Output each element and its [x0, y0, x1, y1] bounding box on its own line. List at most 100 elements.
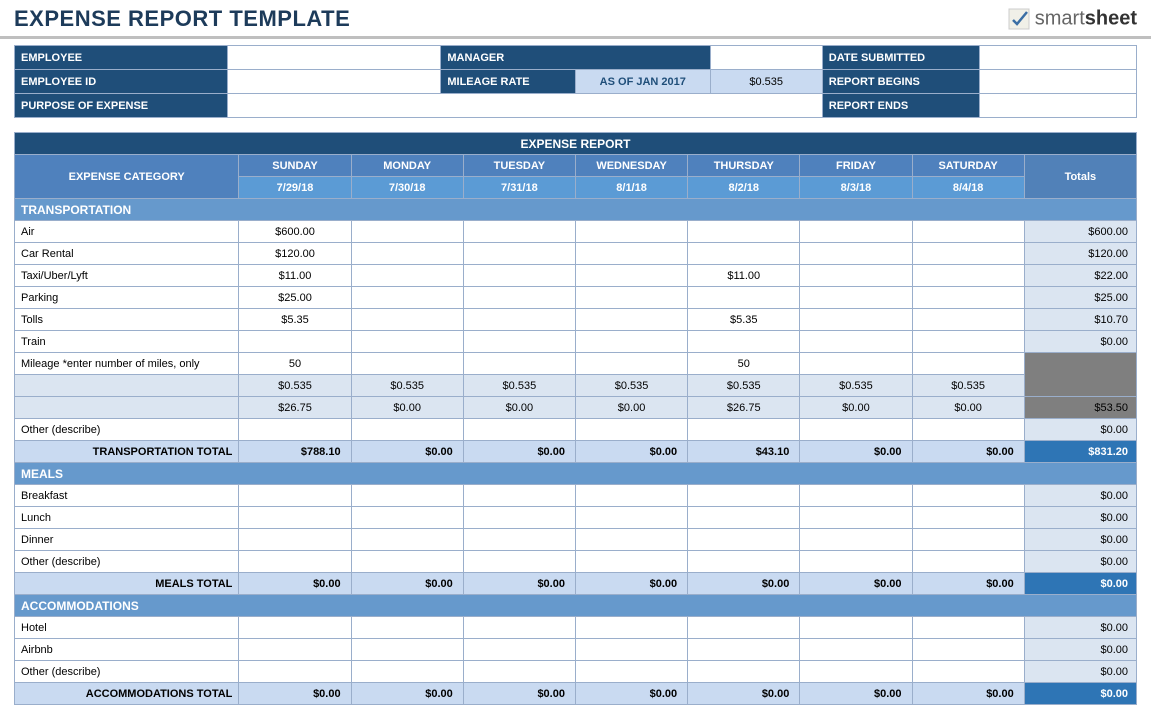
value-cell[interactable]: $5.35 — [239, 309, 351, 331]
value-cell[interactable] — [575, 485, 687, 507]
value-cell[interactable]: $5.35 — [688, 309, 800, 331]
value-cell[interactable] — [800, 221, 912, 243]
other-cell[interactable] — [800, 419, 912, 441]
date-submitted-field[interactable] — [979, 46, 1136, 70]
value-cell[interactable] — [575, 309, 687, 331]
mileage-cell[interactable]: 50 — [688, 353, 800, 375]
value-cell[interactable]: $120.00 — [239, 243, 351, 265]
value-cell[interactable] — [800, 507, 912, 529]
value-cell[interactable] — [239, 529, 351, 551]
value-cell[interactable] — [239, 551, 351, 573]
value-cell[interactable] — [463, 287, 575, 309]
manager-field[interactable] — [710, 46, 822, 70]
value-cell[interactable] — [463, 551, 575, 573]
value-cell[interactable] — [463, 221, 575, 243]
value-cell[interactable] — [351, 243, 463, 265]
value-cell[interactable] — [575, 529, 687, 551]
value-cell[interactable] — [463, 331, 575, 353]
value-cell[interactable] — [688, 617, 800, 639]
value-cell[interactable] — [575, 243, 687, 265]
value-cell[interactable] — [351, 661, 463, 683]
value-cell[interactable] — [912, 331, 1024, 353]
value-cell[interactable] — [912, 551, 1024, 573]
value-cell[interactable] — [239, 507, 351, 529]
value-cell[interactable] — [688, 485, 800, 507]
value-cell[interactable] — [688, 221, 800, 243]
value-cell[interactable] — [463, 529, 575, 551]
value-cell[interactable] — [800, 309, 912, 331]
mileage-cell[interactable] — [575, 353, 687, 375]
value-cell[interactable] — [239, 485, 351, 507]
value-cell[interactable] — [912, 485, 1024, 507]
value-cell[interactable] — [688, 551, 800, 573]
value-cell[interactable]: $600.00 — [239, 221, 351, 243]
value-cell[interactable] — [912, 507, 1024, 529]
value-cell[interactable] — [351, 309, 463, 331]
value-cell[interactable] — [575, 265, 687, 287]
value-cell[interactable] — [351, 551, 463, 573]
value-cell[interactable] — [912, 617, 1024, 639]
value-cell[interactable] — [463, 639, 575, 661]
employee-field[interactable] — [228, 46, 441, 70]
other-cell[interactable] — [912, 419, 1024, 441]
value-cell[interactable] — [239, 617, 351, 639]
value-cell[interactable] — [912, 287, 1024, 309]
value-cell[interactable] — [351, 331, 463, 353]
value-cell[interactable]: $11.00 — [688, 265, 800, 287]
value-cell[interactable] — [463, 485, 575, 507]
value-cell[interactable] — [912, 221, 1024, 243]
value-cell[interactable] — [351, 529, 463, 551]
value-cell[interactable] — [912, 639, 1024, 661]
value-cell[interactable] — [351, 265, 463, 287]
employee-id-field[interactable] — [228, 70, 441, 94]
mileage-cell[interactable] — [351, 353, 463, 375]
other-cell[interactable] — [688, 419, 800, 441]
value-cell[interactable] — [575, 507, 687, 529]
report-ends-field[interactable] — [979, 94, 1136, 118]
value-cell[interactable] — [351, 287, 463, 309]
value-cell[interactable] — [912, 661, 1024, 683]
value-cell[interactable] — [351, 485, 463, 507]
value-cell[interactable] — [463, 617, 575, 639]
value-cell[interactable] — [800, 551, 912, 573]
value-cell[interactable] — [800, 485, 912, 507]
value-cell[interactable] — [800, 639, 912, 661]
value-cell[interactable] — [800, 331, 912, 353]
value-cell[interactable] — [463, 265, 575, 287]
value-cell[interactable] — [351, 507, 463, 529]
value-cell[interactable]: $25.00 — [239, 287, 351, 309]
value-cell[interactable] — [800, 529, 912, 551]
value-cell[interactable] — [688, 287, 800, 309]
value-cell[interactable] — [912, 243, 1024, 265]
mileage-cell[interactable]: 50 — [239, 353, 351, 375]
value-cell[interactable] — [239, 331, 351, 353]
value-cell[interactable] — [575, 287, 687, 309]
mileage-cell[interactable] — [463, 353, 575, 375]
value-cell[interactable] — [688, 331, 800, 353]
value-cell[interactable] — [463, 661, 575, 683]
value-cell[interactable] — [351, 221, 463, 243]
value-cell[interactable] — [800, 661, 912, 683]
value-cell[interactable] — [463, 309, 575, 331]
value-cell[interactable] — [688, 529, 800, 551]
value-cell[interactable] — [912, 265, 1024, 287]
value-cell[interactable] — [463, 507, 575, 529]
report-begins-field[interactable] — [979, 70, 1136, 94]
value-cell[interactable] — [688, 507, 800, 529]
value-cell[interactable] — [800, 265, 912, 287]
value-cell[interactable] — [575, 617, 687, 639]
value-cell[interactable]: $11.00 — [239, 265, 351, 287]
value-cell[interactable] — [351, 639, 463, 661]
other-cell[interactable] — [575, 419, 687, 441]
value-cell[interactable] — [575, 331, 687, 353]
value-cell[interactable] — [575, 551, 687, 573]
other-cell[interactable] — [463, 419, 575, 441]
value-cell[interactable] — [800, 287, 912, 309]
value-cell[interactable] — [912, 529, 1024, 551]
value-cell[interactable] — [800, 617, 912, 639]
mileage-cell[interactable] — [800, 353, 912, 375]
other-cell[interactable] — [239, 419, 351, 441]
value-cell[interactable] — [800, 243, 912, 265]
purpose-field[interactable] — [228, 94, 823, 118]
value-cell[interactable] — [351, 617, 463, 639]
